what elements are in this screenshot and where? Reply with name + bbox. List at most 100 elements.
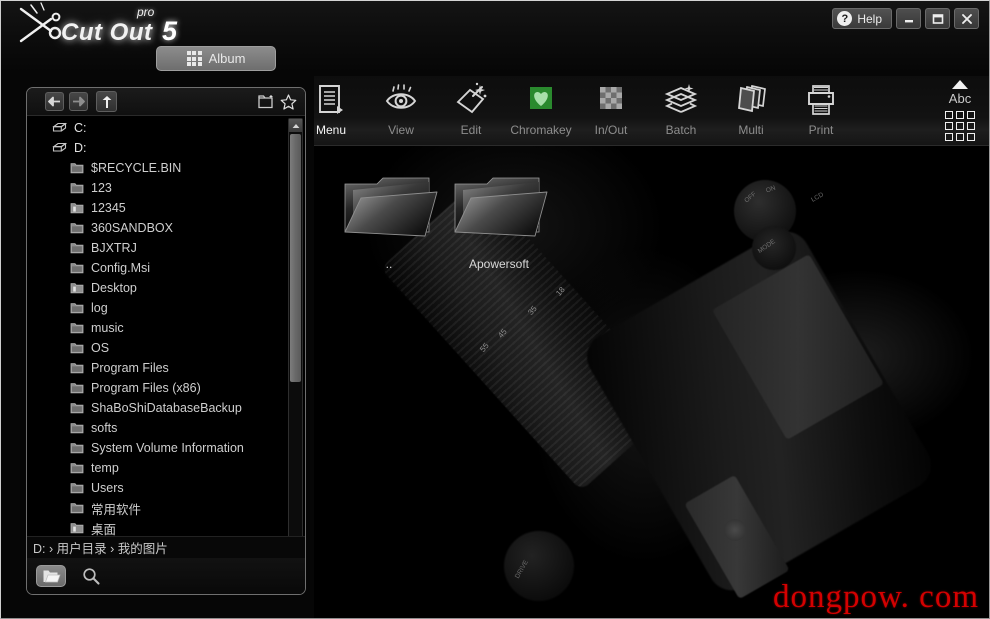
tree-item-label: Program Files (91, 361, 169, 375)
file-panel-bottom-bar (27, 558, 305, 594)
toolbar-button-menu[interactable]: Menu (314, 80, 366, 144)
tree-item[interactable]: BJXTRJ (30, 238, 282, 258)
toolbar-button-view[interactable]: View (366, 80, 436, 144)
toolbar-button-label: Multi (738, 123, 764, 137)
tree-item[interactable]: 桌面 (30, 518, 282, 538)
folder-icon (70, 163, 84, 174)
close-button[interactable] (954, 8, 979, 29)
drive-icon (52, 142, 67, 152)
toolbar-button-in-out[interactable]: In/Out (576, 80, 646, 144)
arrow-up-folder-icon (102, 95, 111, 108)
question-mark-icon: ? (837, 11, 853, 26)
directory-tree[interactable]: C: D: $RECYCLE.BIN 123 12345 360SANDBOX BJXTRJ… (30, 118, 302, 594)
browse-folder-button[interactable] (36, 565, 66, 587)
toolbar-button-label: Chromakey (510, 123, 572, 137)
toolbar-button-batch[interactable]: Batch (646, 80, 716, 144)
tree-item[interactable]: Program Files (x86) (30, 378, 282, 398)
nav-up-button[interactable] (96, 91, 117, 112)
logo-pro-text: pro (137, 5, 155, 19)
new-folder-button[interactable] (257, 92, 276, 111)
tree-item-label: Program Files (x86) (91, 381, 201, 395)
tree-item-label: D: (74, 141, 87, 155)
minimize-button[interactable] (896, 8, 921, 29)
folder-item[interactable]: Apowersoft (439, 166, 559, 296)
tree-scrollbar[interactable] (288, 118, 303, 594)
tree-item[interactable]: System Volume Information (30, 438, 282, 458)
tab-album[interactable]: Album (156, 46, 276, 71)
toolbar-button-multi[interactable]: Multi (716, 80, 786, 144)
folder-icon (70, 463, 84, 474)
tree-item[interactable]: $RECYCLE.BIN (30, 158, 282, 178)
tree-scrollbar-thumb[interactable] (290, 134, 301, 382)
tree-item[interactable]: 360SANDBOX (30, 218, 282, 238)
drive-icon (52, 122, 67, 132)
tree-item[interactable]: Config.Msi (30, 258, 282, 278)
nav-forward-button[interactable] (69, 92, 88, 111)
folder-item-label: Apowersoft (468, 257, 530, 271)
directory-tree-list: C: D: $RECYCLE.BIN 123 12345 360SANDBOX BJXTRJ… (30, 118, 282, 538)
tree-item-label: music (91, 321, 124, 335)
tree-item[interactable]: music (30, 318, 282, 338)
tree-item[interactable]: log (30, 298, 282, 318)
toolbar-button-label: Menu (315, 123, 347, 137)
toolbar-button-chromakey[interactable]: Chromakey (506, 80, 576, 144)
breadcrumb[interactable]: D: › 用户目录 › 我的图片 (27, 536, 305, 558)
checkerboard-icon (593, 80, 629, 120)
tree-item[interactable]: OS (30, 338, 282, 358)
folder-icon (70, 383, 84, 394)
close-icon (961, 13, 972, 24)
folder-icon (70, 443, 84, 454)
tab-album-label: Album (208, 51, 246, 66)
tree-item[interactable]: 12345 (30, 198, 282, 218)
folder-open-icon (43, 570, 60, 583)
nav-back-button[interactable] (45, 92, 64, 111)
special-folder-icon (70, 283, 84, 294)
favorites-button[interactable] (279, 92, 298, 111)
folder-3d-icon (454, 177, 548, 237)
help-button[interactable]: ? Help (832, 8, 892, 29)
tree-item[interactable]: temp (30, 458, 282, 478)
tree-item-label: 常用软件 (91, 502, 142, 517)
tree-item[interactable]: softs (30, 418, 282, 438)
folder-icon (70, 243, 84, 254)
toolbar-button-print[interactable]: Print (786, 80, 856, 144)
menu-document-icon (319, 85, 343, 114)
special-folder-icon (70, 203, 84, 214)
scroll-up-icon (292, 123, 299, 128)
folder-icon (70, 263, 84, 274)
tree-item-label: softs (91, 421, 118, 435)
magnifier-icon (83, 568, 100, 585)
toolbar-button-edit[interactable]: Edit (436, 80, 506, 144)
batch-layers-icon (663, 80, 699, 120)
tree-item[interactable]: Users (30, 478, 282, 498)
tree-item-label: OS (91, 341, 110, 355)
scroll-up-button[interactable] (289, 119, 302, 132)
star-icon (280, 93, 297, 110)
folder-item[interactable]: .. (329, 166, 449, 296)
tree-item[interactable]: 123 (30, 178, 282, 198)
logo-brand-text: Cut Out (61, 19, 153, 46)
eye-icon (385, 84, 417, 109)
eye-icon (383, 80, 419, 120)
tree-item-label: Users (91, 481, 124, 495)
green-heart-icon (523, 80, 559, 120)
tree-item[interactable]: D: (30, 138, 282, 158)
tree-item-label: System Volume Information (91, 441, 244, 455)
folder-item-label: .. (385, 257, 393, 271)
tree-item[interactable]: ShaBoShiDatabaseBackup (30, 398, 282, 418)
folder-icon (70, 483, 84, 494)
search-files-button[interactable] (76, 565, 106, 587)
tree-item[interactable]: C: (30, 118, 282, 138)
minimize-icon (904, 19, 913, 22)
folder-icon (70, 403, 84, 414)
special-folder-icon (70, 523, 84, 534)
tree-item[interactable]: Program Files (30, 358, 282, 378)
sort-view-control[interactable]: Abc (935, 78, 985, 144)
tree-item-label: 桌面 (91, 522, 117, 537)
thumbnail-grid-icon[interactable] (945, 111, 975, 141)
tree-item-label: 360SANDBOX (91, 221, 173, 235)
tree-item[interactable]: Desktop (30, 278, 282, 298)
maximize-button[interactable] (925, 8, 950, 29)
tree-item[interactable]: 常用软件 (30, 498, 282, 518)
batch-layers-icon (664, 84, 698, 113)
